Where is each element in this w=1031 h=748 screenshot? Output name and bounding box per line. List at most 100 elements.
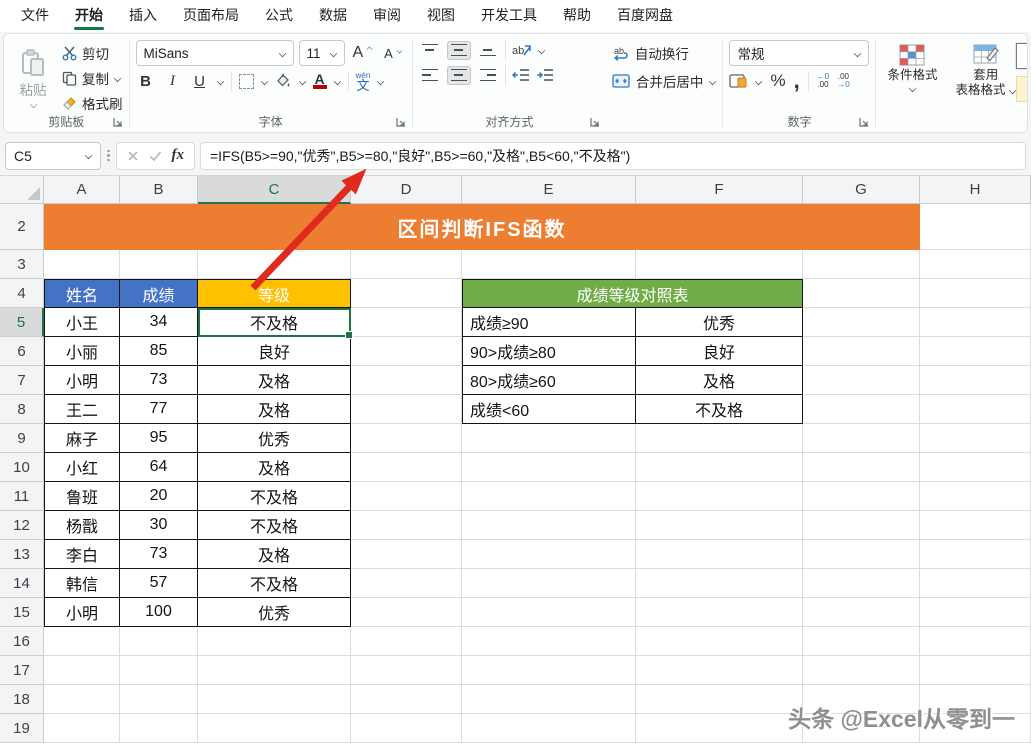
format-as-table-dropdown-icon[interactable] bbox=[1009, 87, 1016, 94]
grid-cell[interactable] bbox=[462, 656, 636, 685]
row-header-10[interactable]: 10 bbox=[0, 453, 44, 482]
grid-cell[interactable] bbox=[462, 540, 636, 569]
name-box[interactable]: C5 bbox=[5, 142, 101, 170]
cell-c5[interactable]: 不及格 bbox=[198, 308, 351, 337]
grid-cell[interactable] bbox=[803, 250, 920, 279]
cell-a15[interactable]: 小明 bbox=[44, 598, 120, 627]
grid-cell[interactable] bbox=[351, 569, 462, 598]
cell-a11[interactable]: 鲁班 bbox=[44, 482, 120, 511]
grid-cell[interactable] bbox=[462, 685, 636, 714]
grid-cell[interactable] bbox=[920, 308, 1031, 337]
column-header-d[interactable]: D bbox=[351, 176, 462, 204]
grid-cell[interactable] bbox=[462, 453, 636, 482]
increase-font-size-button[interactable]: A bbox=[350, 42, 377, 64]
grid-cell[interactable] bbox=[920, 482, 1031, 511]
grid-cell[interactable] bbox=[803, 366, 920, 395]
cell-e7[interactable]: 80>成绩≥60 bbox=[462, 366, 636, 395]
accounting-format-icon[interactable] bbox=[729, 74, 747, 89]
align-top-button[interactable] bbox=[419, 42, 441, 59]
font-size-select[interactable]: 11 bbox=[299, 40, 345, 66]
grid-cell[interactable] bbox=[803, 511, 920, 540]
grid-cell[interactable] bbox=[351, 482, 462, 511]
grid-cell[interactable] bbox=[351, 337, 462, 366]
row-header-9[interactable]: 9 bbox=[0, 424, 44, 453]
grid-cell[interactable] bbox=[920, 337, 1031, 366]
grid-cell[interactable] bbox=[803, 279, 920, 308]
grid-cell[interactable] bbox=[120, 627, 198, 656]
menu-tab-developer[interactable]: 开发工具 bbox=[468, 0, 550, 32]
phonetic-guide-icon[interactable]: wén文 bbox=[356, 71, 371, 91]
align-center-button[interactable] bbox=[447, 66, 471, 85]
cell-c13[interactable]: 及格 bbox=[198, 540, 351, 569]
cell-a5[interactable]: 小王 bbox=[44, 308, 120, 337]
comma-style-button[interactable]: , bbox=[794, 76, 800, 86]
menu-tab-help[interactable]: 帮助 bbox=[550, 0, 604, 32]
score-table-header-score[interactable]: 成绩 bbox=[120, 279, 198, 308]
grid-cell[interactable] bbox=[351, 598, 462, 627]
align-right-button[interactable] bbox=[477, 67, 499, 84]
merge-center-button[interactable]: 合并后居中 bbox=[612, 71, 717, 91]
cell-b8[interactable]: 77 bbox=[120, 395, 198, 424]
grid-cell[interactable] bbox=[803, 627, 920, 656]
alignment-dialog-launcher-icon[interactable] bbox=[590, 117, 601, 128]
grid-cell[interactable] bbox=[198, 627, 351, 656]
grid-cell[interactable] bbox=[636, 482, 803, 511]
menu-tab-view[interactable]: 视图 bbox=[414, 0, 468, 32]
orientation-dropdown-icon[interactable] bbox=[538, 46, 545, 53]
grid-cell[interactable] bbox=[120, 656, 198, 685]
grid-cell[interactable] bbox=[120, 685, 198, 714]
merge-center-dropdown-icon[interactable] bbox=[709, 77, 716, 84]
grid-cell[interactable] bbox=[198, 685, 351, 714]
cell-b13[interactable]: 73 bbox=[120, 540, 198, 569]
row-header-7[interactable]: 7 bbox=[0, 366, 44, 395]
formula-bar-drag-handle[interactable] bbox=[106, 150, 111, 162]
grid-cell[interactable] bbox=[803, 598, 920, 627]
grid-cell[interactable] bbox=[803, 337, 920, 366]
cell-b10[interactable]: 64 bbox=[120, 453, 198, 482]
grid-cell[interactable] bbox=[462, 627, 636, 656]
menu-tab-page-layout[interactable]: 页面布局 bbox=[170, 0, 252, 32]
column-header-c[interactable]: C bbox=[198, 176, 351, 204]
cell-b5[interactable]: 34 bbox=[120, 308, 198, 337]
conditional-formatting-button[interactable]: 条件格式 bbox=[882, 40, 942, 116]
grid-cell[interactable] bbox=[44, 685, 120, 714]
grid-cell[interactable] bbox=[44, 627, 120, 656]
row-header-3[interactable]: 3 bbox=[0, 250, 44, 279]
percent-style-button[interactable]: % bbox=[770, 71, 785, 91]
grid-cell[interactable] bbox=[120, 714, 198, 743]
cell-a14[interactable]: 韩信 bbox=[44, 569, 120, 598]
row-header-2[interactable]: 2 bbox=[0, 204, 44, 250]
cell-a6[interactable]: 小丽 bbox=[44, 337, 120, 366]
title-banner[interactable]: 区间判断IFS函数 bbox=[44, 204, 920, 250]
grid-cell[interactable] bbox=[462, 511, 636, 540]
grid-cell[interactable] bbox=[351, 627, 462, 656]
row-header-16[interactable]: 16 bbox=[0, 627, 44, 656]
column-header-b[interactable]: B bbox=[120, 176, 198, 204]
grid-cell[interactable] bbox=[636, 598, 803, 627]
paste-button[interactable]: 粘贴 bbox=[10, 40, 56, 116]
grid-cell[interactable] bbox=[351, 308, 462, 337]
grid-cell[interactable] bbox=[198, 250, 351, 279]
row-header-13[interactable]: 13 bbox=[0, 540, 44, 569]
name-box-dropdown-icon[interactable] bbox=[85, 152, 92, 159]
grid-cell[interactable] bbox=[351, 540, 462, 569]
underline-button[interactable]: U bbox=[190, 73, 210, 90]
grid-cell[interactable] bbox=[920, 424, 1031, 453]
row-header-12[interactable]: 12 bbox=[0, 511, 44, 540]
grid-cell[interactable] bbox=[636, 424, 803, 453]
row-header-15[interactable]: 15 bbox=[0, 598, 44, 627]
cell-e5[interactable]: 成绩≥90 bbox=[462, 308, 636, 337]
formula-input[interactable]: =IFS(B5>=90,"优秀",B5>=80,"良好",B5>=60,"及格"… bbox=[200, 142, 1026, 170]
borders-dropdown-icon[interactable] bbox=[260, 77, 267, 84]
cell-b15[interactable]: 100 bbox=[120, 598, 198, 627]
grid-cell[interactable] bbox=[920, 598, 1031, 627]
grid-cell[interactable] bbox=[351, 714, 462, 743]
decrease-indent-icon[interactable] bbox=[512, 68, 530, 82]
menu-tab-home[interactable]: 开始 bbox=[62, 0, 116, 32]
cell-c8[interactable]: 及格 bbox=[198, 395, 351, 424]
grid-cell[interactable] bbox=[803, 540, 920, 569]
grid-cell[interactable] bbox=[351, 366, 462, 395]
format-as-table-button[interactable]: 套用 表格格式 bbox=[951, 40, 1022, 116]
select-all-corner[interactable] bbox=[0, 176, 44, 204]
grid-cell[interactable] bbox=[44, 656, 120, 685]
